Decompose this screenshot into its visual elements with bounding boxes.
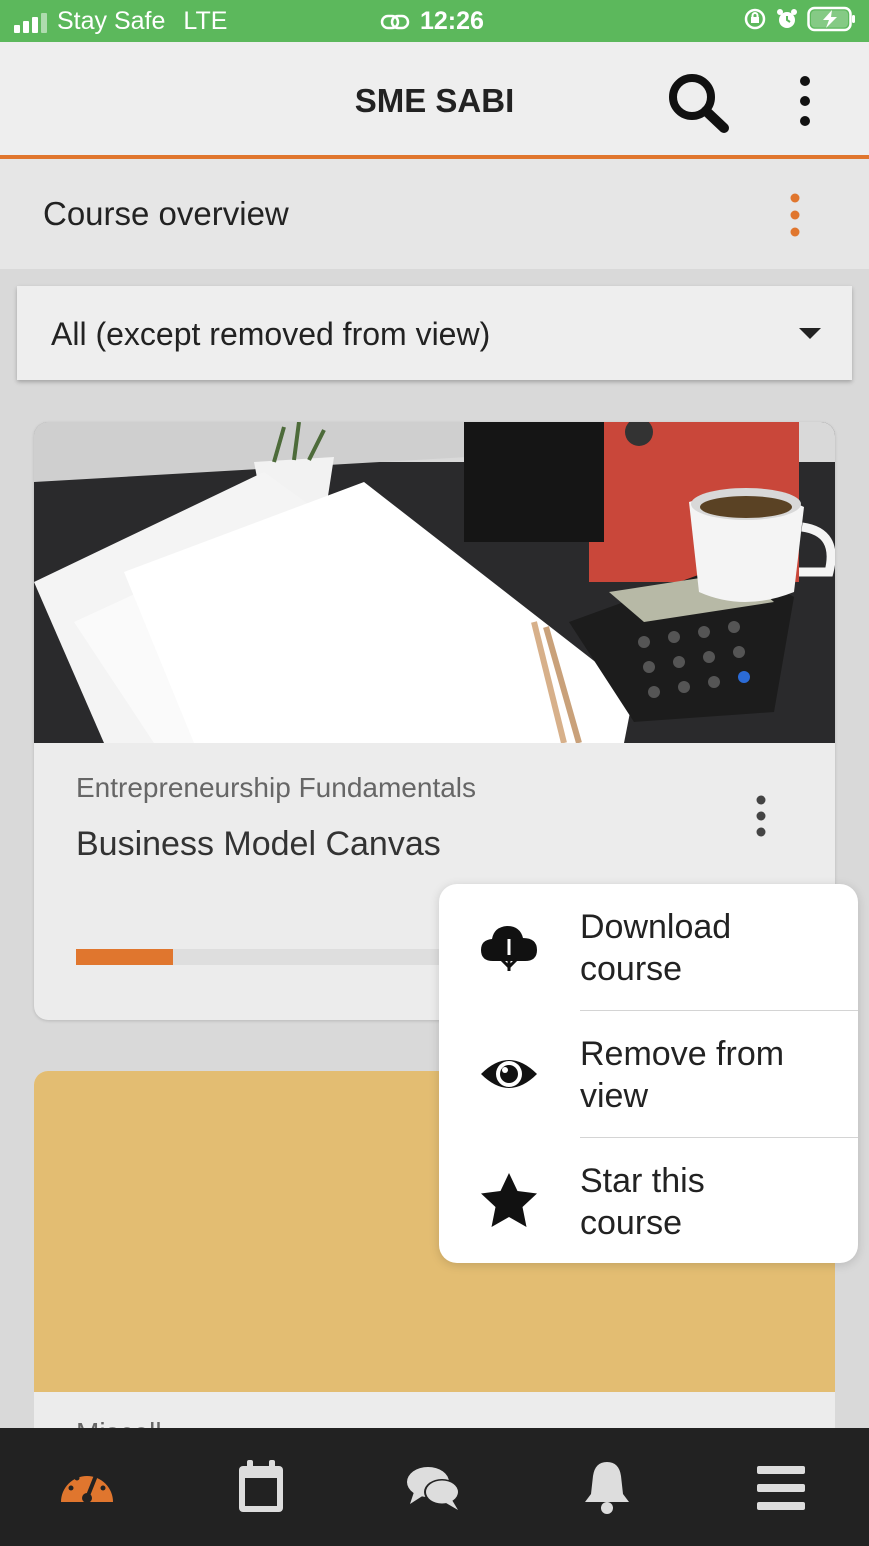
- signal-icon: [14, 11, 47, 33]
- menu-icon[interactable]: [751, 1458, 811, 1518]
- eye-icon: [481, 1060, 537, 1088]
- menu-item-label: Download course: [580, 906, 850, 990]
- messages-icon[interactable]: [404, 1458, 464, 1518]
- menu-label-line1: Remove from: [580, 1035, 785, 1073]
- link-icon: [380, 14, 410, 29]
- course-more-icon[interactable]: [746, 794, 776, 840]
- status-bar: Stay Safe LTE 12:26: [0, 0, 869, 42]
- menu-label-line2: view: [580, 1077, 649, 1115]
- cloud-download-icon: [481, 926, 537, 971]
- menu-label-line1: Download: [580, 908, 732, 946]
- app-bar: SME SABI: [0, 42, 869, 155]
- dashboard-gauge-icon[interactable]: [57, 1458, 117, 1518]
- app-title: SME SABI: [354, 82, 515, 119]
- carrier-label: Stay Safe: [57, 7, 166, 35]
- calendar-icon[interactable]: [231, 1458, 291, 1518]
- bell-icon[interactable]: [577, 1458, 637, 1518]
- menu-item-label: Remove from view: [580, 1033, 850, 1117]
- menu-item-star-course[interactable]: Star this course: [439, 1138, 858, 1264]
- time-label: 12:26: [420, 7, 484, 35]
- page-title: Course overview: [43, 195, 289, 232]
- status-right: [743, 6, 857, 32]
- status-left: Stay Safe LTE: [14, 7, 227, 36]
- caret-down-icon: [799, 328, 821, 339]
- menu-item-download-course[interactable]: Download course: [439, 884, 858, 1010]
- status-center: 12:26: [380, 7, 484, 36]
- battery-charging-icon: [807, 6, 855, 32]
- course-context-menu: Download course Remove from view Star th…: [439, 884, 858, 1263]
- menu-label-line2: course: [580, 950, 683, 988]
- course-filter-select[interactable]: All (except removed from view): [17, 286, 852, 380]
- star-icon: [481, 1173, 537, 1227]
- page-more-icon[interactable]: [780, 191, 810, 239]
- menu-label-line1: Star this: [580, 1162, 705, 1200]
- search-icon[interactable]: [664, 70, 732, 134]
- menu-item-remove-from-view[interactable]: Remove from view: [439, 1011, 858, 1137]
- bottom-nav: [0, 1428, 869, 1546]
- network-label: LTE: [183, 7, 228, 35]
- rotation-lock-icon: [744, 8, 766, 30]
- menu-label-line2: course: [580, 1204, 683, 1242]
- page-header: Course overview: [0, 159, 869, 269]
- alarm-icon: [777, 9, 797, 28]
- course-category: Entrepreneurship Fundamentals: [76, 772, 477, 803]
- course-progress-fill: [76, 949, 174, 965]
- course-title[interactable]: Business Model Canvas: [76, 825, 441, 864]
- more-vertical-icon[interactable]: [790, 74, 820, 128]
- course-image[interactable]: [34, 422, 835, 743]
- menu-item-label: Star this course: [580, 1160, 850, 1244]
- filter-selected-label: All (except removed from view): [51, 316, 491, 352]
